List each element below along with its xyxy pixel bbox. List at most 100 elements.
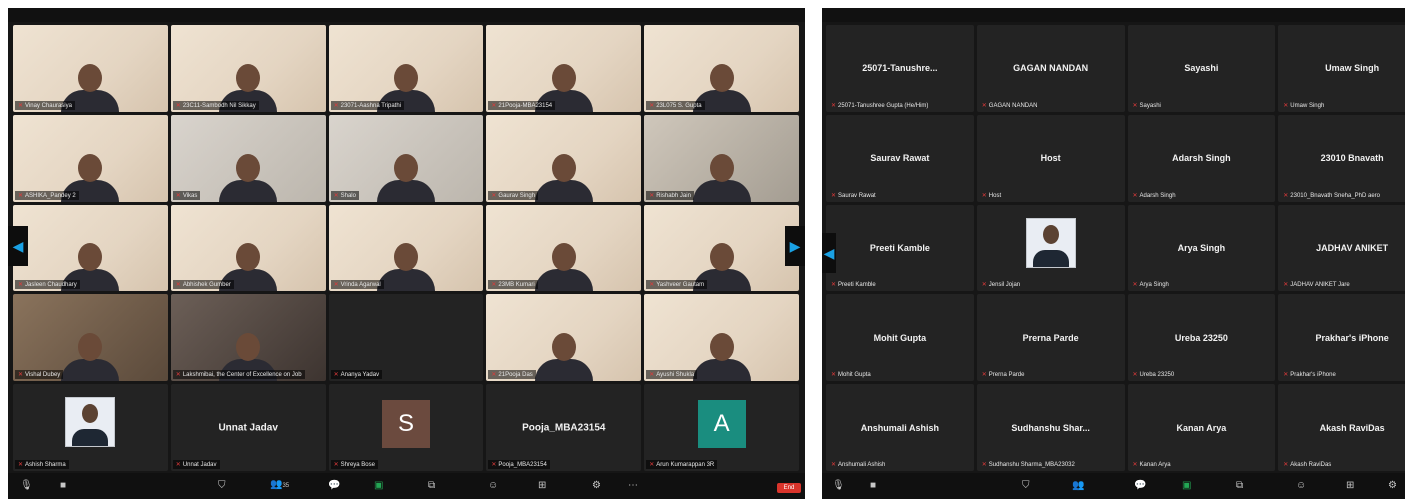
participant-tile[interactable]: ✕ ASHIKA_Pandey 2 (13, 114, 168, 202)
participant-tile[interactable]: ✕ Ashish Sharma (13, 384, 168, 471)
right-gallery-grid: 25071-Tanushre... ✕ 25071-Tanushree Gupta … (826, 25, 1405, 471)
participant-name: Gaurav Singh (498, 192, 536, 199)
apps-icon[interactable]: ⊞ (538, 481, 546, 491)
next-page-arrow[interactable]: ▶ (785, 226, 805, 266)
apps-icon[interactable]: ⊞ (1346, 481, 1354, 491)
participant-name-tag: ✕ Arya Singh (1130, 280, 1172, 289)
participant-tile[interactable]: ✕ 21Pooja-MBA23154 (486, 25, 642, 112)
previous-page-arrow[interactable]: ◀ (8, 226, 28, 266)
participant-name: Lakshmibai, the Center of Excellence on … (182, 372, 302, 379)
people-icon[interactable]: 👥35 (270, 480, 289, 491)
participant-tile[interactable]: ✕ Jasleen Chaudhary (13, 204, 168, 292)
chat-icon[interactable]: 💬 (1134, 481, 1146, 491)
muted-microphone-icon: ✕ (1283, 102, 1289, 109)
participant-name: Vrinda Agarwal (340, 282, 381, 289)
gear-icon[interactable]: ⚙ (1388, 481, 1397, 491)
participant-tile[interactable]: ✕ 23071-Aashna Tripathi (328, 25, 484, 112)
participant-tile[interactable]: Mohit Gupta ✕ Mohit Gupta (826, 294, 974, 382)
reaction-icon[interactable]: ☺ (488, 481, 498, 491)
participant-tile[interactable]: S ✕ Shreya Bose (328, 384, 484, 471)
participant-name-tag: ✕ 21Pooja Das (488, 370, 536, 380)
record-icon[interactable]: ⧉ (428, 481, 435, 491)
gear-icon[interactable]: ⚙ (592, 481, 601, 491)
participant-tile[interactable]: Preeti Kamble ✕ Preeti Kamble (826, 204, 974, 292)
participant-tile[interactable]: GAGAN NANDAN ✕ GAGAN NANDAN (976, 25, 1125, 112)
shield-icon[interactable]: ⛉ (1022, 481, 1030, 491)
participant-tile[interactable]: Adarsh Singh ✕ Adarsh Singh (1127, 114, 1276, 202)
share-screen-icon[interactable]: ▣ (374, 481, 383, 491)
meeting-toolbar: 🎙 ■ ⛉ 👥 💬 ▣ ⧉ ☺ ⊞ ⚙ (822, 473, 1405, 499)
participant-tile[interactable]: 25071-Tanushre... ✕ 25071-Tanushree Gupta … (826, 25, 974, 112)
participant-tile[interactable]: ✕ Vrinda Agarwal (328, 204, 484, 292)
muted-microphone-icon: ✕ (1132, 462, 1138, 468)
participant-tile[interactable]: ✕ Gaurav Singh (486, 114, 642, 202)
camera-icon[interactable]: ■ (870, 481, 876, 491)
participant-tile[interactable]: ✕ Jensil Jojan (976, 204, 1125, 292)
participant-name: Vinay Chaurasiya (25, 102, 72, 109)
participant-tile[interactable]: ✕ Lakshmibai, the Center of Excellence on… (170, 294, 326, 382)
participant-tile[interactable]: ✕ Abhishek Gumber (170, 204, 326, 292)
muted-microphone-icon: ✕ (175, 462, 181, 468)
participant-tile[interactable]: Sudhanshu Shar... ✕ Sudhanshu Sharma_MBA23… (976, 384, 1125, 471)
muted-microphone-icon: ✕ (175, 102, 181, 109)
participant-name-tag: ✕ Jasleen Chaudhary (15, 280, 80, 290)
previous-page-arrow[interactable]: ◀ (822, 233, 836, 273)
participant-name-tag: ✕ ASHIKA_Pandey 2 (15, 190, 79, 200)
more-icon[interactable]: ⋯ (628, 481, 638, 491)
participant-tile[interactable]: Ureba 23250 ✕ Ureba 23250 (1127, 294, 1276, 382)
participant-tile[interactable]: JADHAV ANIKET ✕ JADHAV ANIKET Jare (1278, 204, 1405, 292)
participant-tile[interactable]: ✕ Ananya Yadav (328, 294, 484, 382)
participant-tile[interactable]: A ✕ Arun Kumarappan 3R (644, 384, 799, 471)
muted-microphone-icon: ✕ (333, 462, 339, 468)
participant-tile[interactable]: ✕ 21Pooja Das (486, 294, 642, 382)
participant-name: Saurav Rawat (838, 192, 876, 199)
muted-microphone-icon: ✕ (1283, 282, 1289, 289)
chat-icon[interactable]: 💬 (328, 481, 340, 491)
participant-video (692, 327, 751, 382)
participant-tile[interactable]: Sayashi ✕ Sayashi (1127, 25, 1276, 112)
record-icon[interactable]: ⧉ (1236, 481, 1243, 491)
participant-tile[interactable]: Akash RaviDas ✕ Akash RaviDas (1278, 384, 1405, 471)
participant-tile[interactable]: Prerna Parde ✕ Prerna Parde (976, 294, 1125, 382)
muted-microphone-icon: ✕ (649, 462, 655, 468)
participant-tile[interactable]: Host ✕ Host (976, 114, 1125, 202)
participant-tile[interactable]: Saurav Rawat ✕ Saurav Rawat (826, 114, 974, 202)
participant-tile[interactable]: Unnat Jadav ✕ Unnat Jadav (170, 384, 326, 471)
share-screen-icon[interactable]: ▣ (1182, 481, 1191, 491)
participant-tile[interactable]: Anshumali Ashish ✕ Anshumali Ashish (826, 384, 974, 471)
camera-icon[interactable]: ■ (60, 481, 66, 491)
participant-name-tag: ✕ 23C11-Sambodh Nil Sikkay (172, 100, 259, 110)
reaction-icon[interactable]: ☺ (1296, 481, 1306, 491)
muted-microphone-icon: ✕ (18, 462, 24, 468)
muted-microphone-icon: ✕ (1283, 462, 1289, 468)
participant-tile[interactable]: Kanan Arya ✕ Kanan Arya (1127, 384, 1276, 471)
participant-tile[interactable]: Arya Singh ✕ Arya Singh (1127, 204, 1276, 292)
participant-tile[interactable]: ✕ 23L075 S. Gupta (644, 25, 799, 112)
participant-tile[interactable]: ✕ 23MB Kumari (486, 204, 642, 292)
participant-tile[interactable]: ✕ Rishabh Jain (644, 114, 799, 202)
muted-microphone-icon: ✕ (18, 372, 24, 379)
participant-tile[interactable]: ✕ Ayushi Shukla (644, 294, 799, 382)
participant-tile[interactable]: 23010 Bnavath ✕ 23010_Bnavath Sneha_PhD ae… (1278, 114, 1405, 202)
participant-display-name: 23010 Bnavath (1320, 153, 1384, 164)
participant-tile[interactable]: ✕ Vinay Chaurasiya (13, 25, 168, 112)
participant-name: Abhishek Gumber (182, 282, 231, 289)
participant-tile[interactable]: ✕ Vikas (170, 114, 326, 202)
participant-name: 23MB Kumari (498, 282, 535, 289)
participant-display-name: Saurav Rawat (870, 153, 930, 164)
participant-tile[interactable]: Prakhar's iPhone ✕ Prakhar's iPhone (1278, 294, 1405, 382)
participant-name: Ashish Sharma (25, 462, 66, 468)
participant-tile[interactable]: ✕ Vishal Dubey (13, 294, 168, 382)
participant-display-name: Kanan Arya (1176, 422, 1227, 433)
participant-tile[interactable]: ✕ Yashveer Gautam (644, 204, 799, 292)
end-meeting-button[interactable]: End (777, 483, 801, 493)
participant-tile[interactable]: ✕ 23C11-Sambodh Nil Sikkay (170, 25, 326, 112)
people-icon[interactable]: 👥 (1072, 481, 1084, 491)
shield-icon[interactable]: ⛉ (218, 481, 226, 491)
participant-tile[interactable]: Umaw Singh ✕ Umaw Singh (1278, 25, 1405, 112)
microphone-icon[interactable]: 🎙 (20, 481, 33, 491)
microphone-icon[interactable]: 🎙 (832, 481, 845, 491)
participant-tile[interactable]: ✕ Shalo (328, 114, 484, 202)
participant-name: Akash RaviDas (1290, 462, 1332, 468)
participant-tile[interactable]: Pooja_MBA23154 ✕ Pooja_MBA23154 (486, 384, 642, 471)
